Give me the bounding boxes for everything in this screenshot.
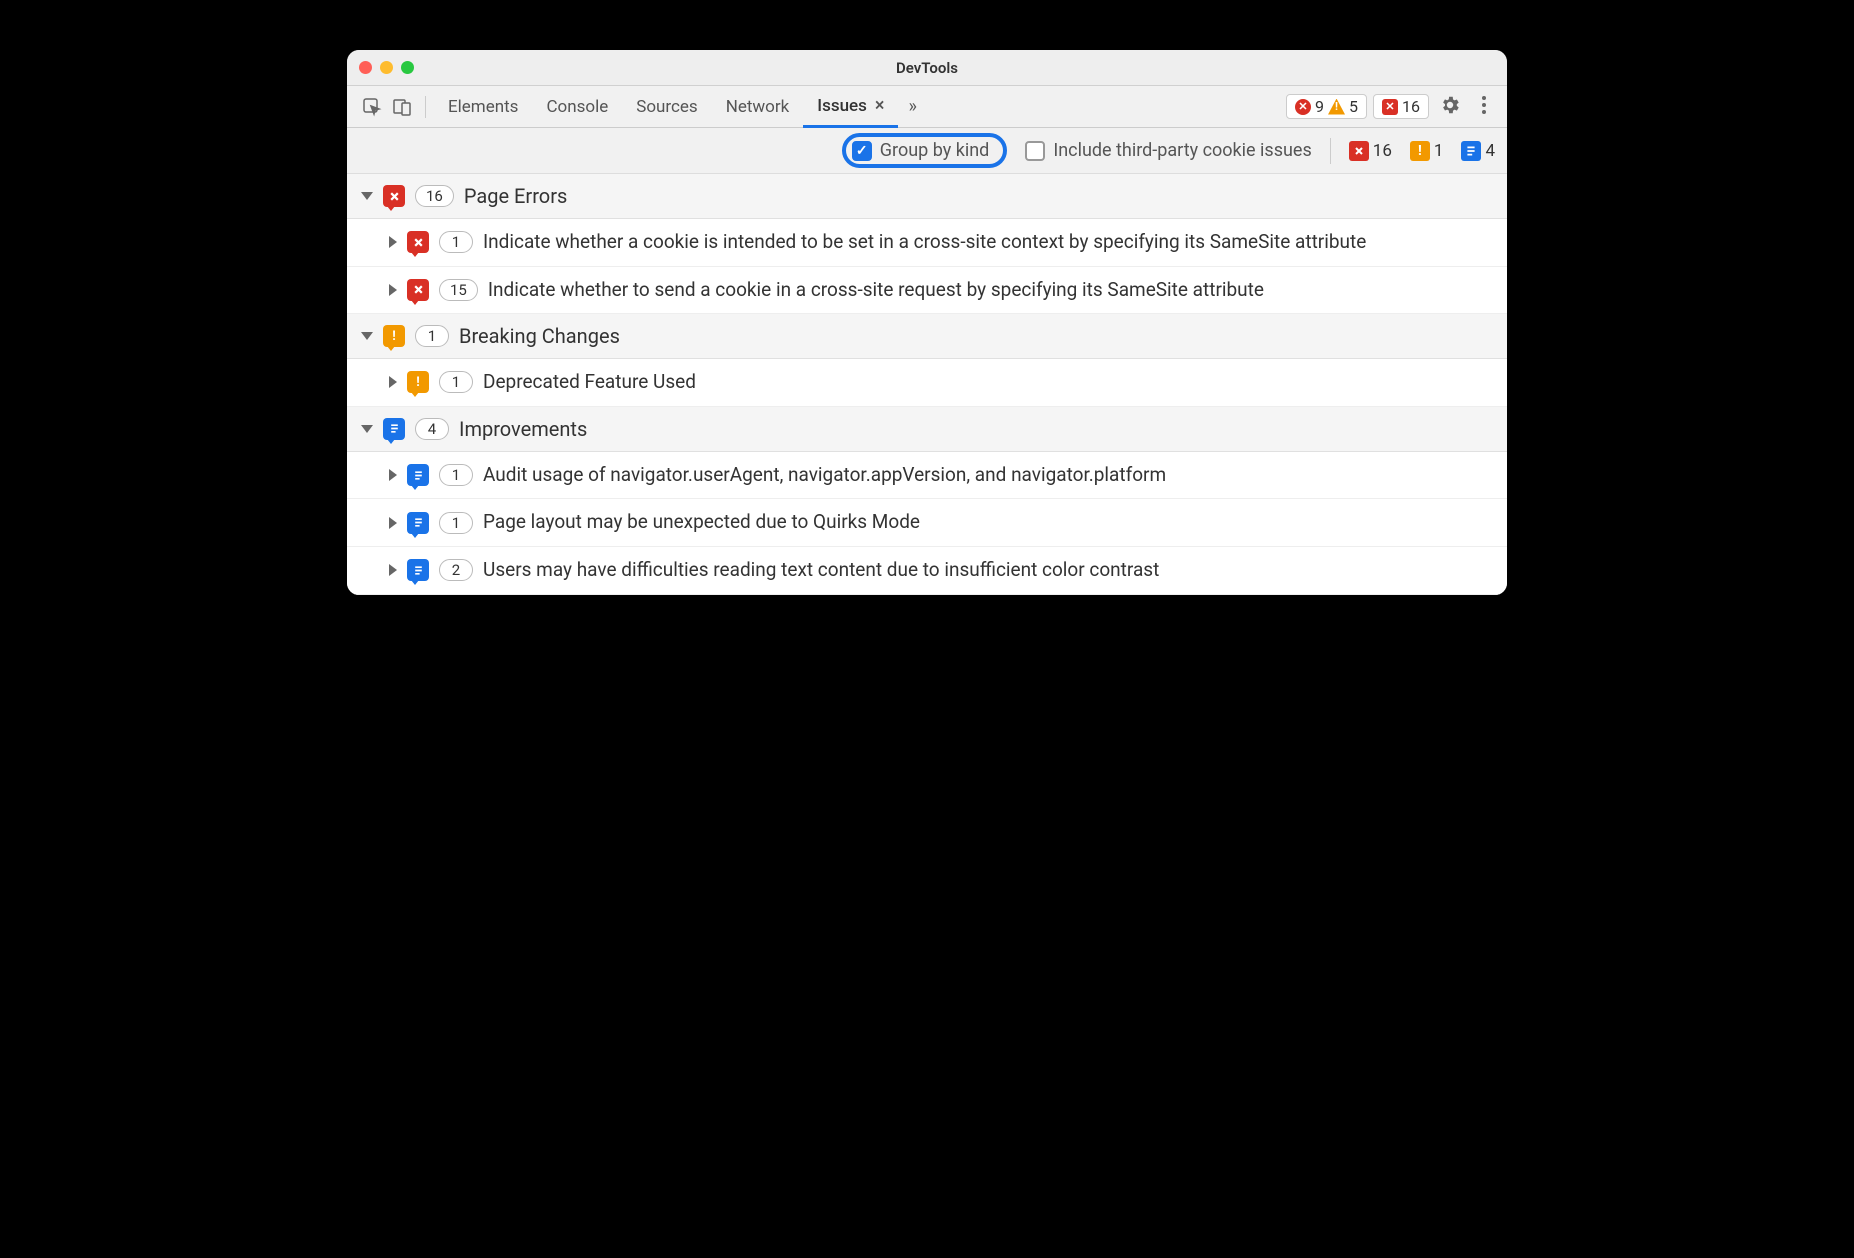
separator <box>1330 138 1331 164</box>
issue-count: 1 <box>439 464 473 486</box>
tab-label: Network <box>726 86 790 128</box>
error-speech-icon <box>407 231 429 253</box>
issue-count: 1 <box>439 371 473 393</box>
issue-group-header[interactable]: 16 Page Errors <box>347 174 1507 219</box>
issue-count: 1 <box>439 231 473 253</box>
group-count: 4 <box>415 418 449 440</box>
device-toolbar-button[interactable] <box>387 97 417 117</box>
error-count: 9 <box>1315 97 1324 116</box>
warning-count: 5 <box>1349 97 1358 116</box>
devtools-window: DevTools Elements Console Sources Networ… <box>347 50 1507 595</box>
issue-count: 2 <box>439 559 473 581</box>
info-speech-icon <box>383 418 405 440</box>
filter-info-badge[interactable]: 4 <box>1461 141 1495 161</box>
group-label: Page Errors <box>464 184 567 208</box>
issue-count: 16 <box>1402 97 1420 116</box>
issue-text: Page layout may be unexpected due to Qui… <box>483 509 1493 536</box>
info-square-icon <box>1461 141 1481 161</box>
inspect-element-button[interactable] <box>357 97 387 117</box>
warning-speech-icon: ! <box>383 325 405 347</box>
info-speech-icon <box>407 559 429 581</box>
issue-error-icon: ✕ <box>1382 99 1398 115</box>
group-label: Improvements <box>459 417 587 441</box>
group-by-kind-checkbox[interactable] <box>852 141 872 161</box>
more-menu-button[interactable] <box>1471 95 1497 119</box>
tab-network[interactable]: Network <box>712 86 804 128</box>
tab-label: Issues <box>817 85 867 127</box>
expand-toggle-icon[interactable] <box>389 284 397 296</box>
issue-row[interactable]: 2 Users may have difficulties reading te… <box>347 547 1507 595</box>
issue-text: Indicate whether a cookie is intended to… <box>483 229 1493 256</box>
close-tab-icon[interactable]: × <box>875 85 885 127</box>
filter-error-badge[interactable]: 16 <box>1349 141 1392 161</box>
issue-text: Deprecated Feature Used <box>483 369 1493 396</box>
titlebar: DevTools <box>347 50 1507 86</box>
issue-text: Indicate whether to send a cookie in a c… <box>488 277 1493 304</box>
tab-issues[interactable]: Issues × <box>803 86 898 128</box>
expand-toggle-icon[interactable] <box>389 517 397 529</box>
tab-label: Elements <box>448 86 518 128</box>
include-third-party-checkbox[interactable] <box>1025 141 1045 161</box>
info-speech-icon <box>407 512 429 534</box>
error-square-icon <box>1349 141 1369 161</box>
minimize-window-button[interactable] <box>380 61 393 74</box>
expand-toggle-icon[interactable] <box>361 192 373 200</box>
settings-button[interactable] <box>1429 94 1471 120</box>
filter-warning-count: 1 <box>1434 141 1444 161</box>
include-third-party-option: Include third-party cookie issues <box>1025 140 1311 161</box>
issue-row[interactable]: 15 Indicate whether to send a cookie in … <box>347 267 1507 315</box>
fullscreen-window-button[interactable] <box>401 61 414 74</box>
close-window-button[interactable] <box>359 61 372 74</box>
console-status-badge[interactable]: ✕ 9 ! 5 <box>1286 94 1367 119</box>
issue-group-header[interactable]: 4 Improvements <box>347 407 1507 452</box>
error-icon: ✕ <box>1295 99 1311 115</box>
group-count: 1 <box>415 325 449 347</box>
issue-text: Users may have difficulties reading text… <box>483 557 1493 584</box>
issue-row[interactable]: 1 Audit usage of navigator.userAgent, na… <box>347 452 1507 500</box>
tab-elements[interactable]: Elements <box>434 86 532 128</box>
filter-error-count: 16 <box>1373 141 1392 161</box>
warning-square-icon: ! <box>1410 141 1430 161</box>
info-speech-icon <box>407 464 429 486</box>
more-tabs-button[interactable]: » <box>898 96 926 117</box>
group-count: 16 <box>415 185 454 207</box>
filter-warning-badge[interactable]: ! 1 <box>1410 141 1444 161</box>
issue-row[interactable]: ! 1 Deprecated Feature Used <box>347 359 1507 407</box>
expand-toggle-icon[interactable] <box>361 332 373 340</box>
issues-filter-bar: Group by kind Include third-party cookie… <box>347 128 1507 174</box>
group-label: Breaking Changes <box>459 324 620 348</box>
expand-toggle-icon[interactable] <box>389 376 397 388</box>
issue-group-header[interactable]: ! 1 Breaking Changes <box>347 314 1507 359</box>
expand-toggle-icon[interactable] <box>389 469 397 481</box>
expand-toggle-icon[interactable] <box>361 425 373 433</box>
expand-toggle-icon[interactable] <box>389 564 397 576</box>
issues-status-badge[interactable]: ✕ 16 <box>1373 94 1429 119</box>
include-third-party-label: Include third-party cookie issues <box>1053 140 1311 161</box>
expand-toggle-icon[interactable] <box>389 236 397 248</box>
error-speech-icon <box>407 279 429 301</box>
tab-label: Console <box>546 86 608 128</box>
main-toolbar: Elements Console Sources Network Issues … <box>347 86 1507 128</box>
error-speech-icon <box>383 185 405 207</box>
tab-sources[interactable]: Sources <box>622 86 711 128</box>
warning-speech-icon: ! <box>407 371 429 393</box>
group-by-kind-label: Group by kind <box>880 140 990 161</box>
warning-icon: ! <box>1328 99 1345 115</box>
window-controls <box>359 61 414 74</box>
issue-count: 1 <box>439 512 473 534</box>
group-by-kind-highlight: Group by kind <box>842 133 1008 168</box>
separator <box>425 96 426 118</box>
tab-label: Sources <box>636 86 697 128</box>
issue-text: Audit usage of navigator.userAgent, navi… <box>483 462 1493 489</box>
filter-info-count: 4 <box>1485 141 1495 161</box>
tab-console[interactable]: Console <box>532 86 622 128</box>
window-title: DevTools <box>347 59 1507 77</box>
issue-row[interactable]: 1 Indicate whether a cookie is intended … <box>347 219 1507 267</box>
issue-row[interactable]: 1 Page layout may be unexpected due to Q… <box>347 499 1507 547</box>
issues-body: 16 Page Errors 1 Indicate whether a cook… <box>347 174 1507 595</box>
issue-count: 15 <box>439 279 478 301</box>
